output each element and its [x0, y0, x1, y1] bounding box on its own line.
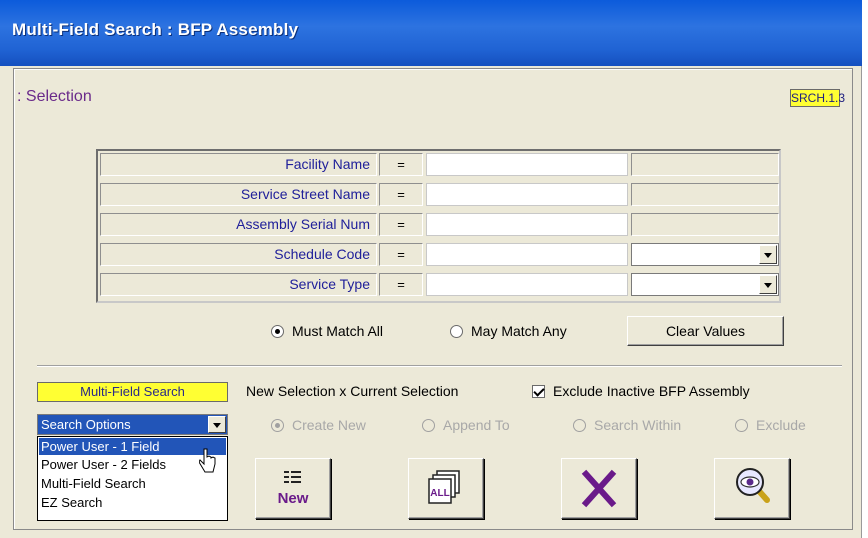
search-option-item[interactable]: Power User - 1 Field	[39, 438, 226, 455]
must-match-all-radio[interactable]	[271, 325, 284, 338]
criteria-grid: Facility Name = Service Street Name = As…	[96, 149, 781, 303]
operator[interactable]: =	[379, 243, 423, 266]
search-within-label: Search Within	[594, 417, 682, 433]
schedule-code-dropdown[interactable]	[631, 243, 779, 266]
magnify-eye-icon	[736, 468, 770, 503]
search-option-item[interactable]: Power User - 2 Fields	[39, 456, 226, 473]
close-x-icon	[581, 469, 617, 508]
new-list-icon: New	[278, 471, 309, 507]
field-label: Service Type	[100, 273, 377, 296]
divider	[37, 365, 842, 367]
operator[interactable]: =	[379, 213, 423, 236]
field-label: Service Street Name	[100, 183, 377, 206]
may-match-any-label: May Match Any	[471, 323, 567, 339]
service-street-name-input[interactable]	[426, 183, 628, 206]
criteria-row-service-type: Service Type =	[98, 271, 779, 298]
create-new-radio[interactable]	[271, 419, 284, 432]
new-button-label: New	[278, 490, 309, 507]
must-match-all-label: Must Match All	[292, 323, 384, 339]
criteria-row-schedule-code: Schedule Code =	[98, 241, 779, 268]
cancel-button[interactable]	[561, 458, 637, 519]
pointer-cursor-icon	[199, 448, 216, 473]
screen-code-badge: SRCH.1.3	[790, 89, 846, 107]
exclude-radio[interactable]	[735, 419, 748, 432]
criteria-row-assembly-serial-num: Assembly Serial Num =	[98, 211, 779, 238]
append-to-label: Append To	[443, 417, 510, 433]
criteria-row-service-street-name: Service Street Name =	[98, 181, 779, 208]
exclude-inactive-label: Exclude Inactive BFP Assembly	[553, 383, 750, 399]
facility-name-input[interactable]	[426, 153, 628, 176]
field-label: Assembly Serial Num	[100, 213, 377, 236]
service-type-dropdown[interactable]	[631, 273, 779, 296]
search-button[interactable]	[714, 458, 790, 519]
exclude-inactive-checkbox[interactable]	[532, 385, 545, 398]
empty-cell	[631, 153, 779, 176]
all-button-label: ALL	[430, 488, 449, 499]
criteria-row-facility-name: Facility Name =	[98, 151, 779, 178]
window-title: Multi-Field Search : BFP Assembly	[12, 20, 299, 39]
create-new-label: Create New	[292, 417, 366, 433]
new-button[interactable]: New	[255, 458, 331, 519]
search-window: Multi-Field Search : BFP Assembly : Sele…	[0, 0, 862, 538]
search-within-radio[interactable]	[573, 419, 586, 432]
exclude-label: Exclude	[756, 417, 806, 433]
all-records-icon: ALL	[428, 470, 460, 504]
assembly-serial-num-input[interactable]	[426, 213, 628, 236]
schedule-code-input[interactable]	[426, 243, 628, 266]
search-options-select[interactable]: Search Options	[37, 414, 228, 435]
chevron-down-icon[interactable]	[208, 416, 226, 433]
operator[interactable]: =	[379, 153, 423, 176]
chevron-down-icon[interactable]	[759, 245, 777, 264]
empty-cell	[631, 213, 779, 236]
operator[interactable]: =	[379, 273, 423, 296]
service-type-input[interactable]	[426, 273, 628, 296]
all-button[interactable]: ALL	[408, 458, 484, 519]
section-title: : Selection	[17, 88, 92, 105]
field-label: Facility Name	[100, 153, 377, 176]
search-options-value: Search Options	[41, 417, 131, 432]
chevron-down-icon[interactable]	[759, 275, 777, 294]
clear-values-button[interactable]: Clear Values	[627, 316, 784, 346]
new-selection-label: New Selection x Current Selection	[246, 383, 459, 399]
operator[interactable]: =	[379, 183, 423, 206]
empty-cell	[631, 183, 779, 206]
field-label: Schedule Code	[100, 243, 377, 266]
search-option-item[interactable]: EZ Search	[39, 494, 226, 511]
title-bar[interactable]: Multi-Field Search : BFP Assembly	[0, 0, 862, 66]
search-mode-label: Multi-Field Search	[37, 382, 228, 402]
may-match-any-radio[interactable]	[450, 325, 463, 338]
append-to-radio[interactable]	[422, 419, 435, 432]
search-option-item[interactable]: Multi-Field Search	[39, 475, 226, 492]
